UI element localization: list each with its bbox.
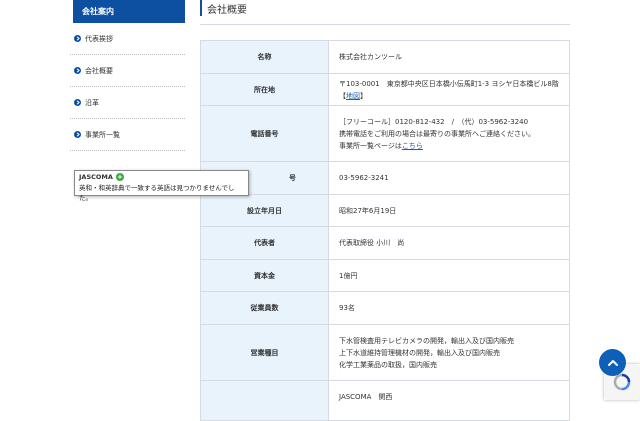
row-label: 営業種目 [200, 324, 329, 381]
offices-link[interactable]: こちら [402, 142, 423, 150]
address-text: 〒103-0001 東京都中央区日本橋小伝馬町1-3 ヨシヤ日本橋ビル8階 [339, 79, 559, 88]
company-info-table: 名称 株式会社カンツール 所在地 〒103-0001 東京都中央区日本橋小伝馬町… [200, 40, 570, 421]
sidebar-item-history[interactable]: 沿革 [70, 87, 185, 119]
table-row: 所在地 〒103-0001 東京都中央区日本橋小伝馬町1-3 ヨシヤ日本橋ビル8… [200, 73, 570, 106]
map-bracket-close: 】 [360, 91, 367, 100]
row-label: 従業員数 [200, 291, 329, 325]
offices-line-prefix: 事業所一覧ページは [339, 141, 402, 150]
table-row: 電話番号 ［フリーコール］0120-812-432 / （代）03-5962-3… [200, 105, 570, 162]
business-line: 上下水道維持管理機材の開発，輸出入及び国内販売 [339, 348, 500, 357]
row-label [200, 380, 329, 421]
table-row: 資本金 1億円 [200, 259, 570, 292]
chevron-up-icon [607, 359, 618, 366]
table-row: 従業員数 93名 [200, 291, 570, 325]
row-label: 資本金 [200, 259, 329, 292]
business-line: 下水管検査用テレビカメラの開発，輸出入及び国内販売 [339, 336, 514, 345]
tooltip-title: JASCOMA + [79, 173, 244, 181]
sidebar-heading-label: 会社案内 [82, 7, 114, 16]
phone-numbers: ［フリーコール］0120-812-432 / （代）03-5962-3240 [339, 117, 529, 126]
phone-note: 携帯電話をご利用の場合は最寄りの事業所へご連絡ください。 [339, 129, 535, 138]
tooltip-title-text: JASCOMA [79, 173, 113, 181]
table-row: 設立年月日 昭和27年6月19日 [200, 194, 570, 227]
sidebar: 会社案内 代表挨拶 会社概要 沿革 事業所一覧 [70, 0, 185, 151]
table-row: 営業種目 下水管検査用テレビカメラの開発，輸出入及び国内販売 上下水道維持管理機… [200, 324, 570, 381]
map-link[interactable]: 地図 [346, 92, 360, 100]
back-to-top-button[interactable] [599, 349, 626, 376]
offices-line: 事業所一覧ページはこちら [339, 140, 559, 152]
chevron-right-icon [74, 35, 81, 42]
row-value: 〒103-0001 東京都中央区日本橋小伝馬町1-3 ヨシヤ日本橋ビル8階【地図… [328, 73, 570, 106]
sidebar-item-label: 事業所一覧 [85, 130, 120, 139]
row-label: 代表者 [200, 226, 329, 260]
row-value: 代表取締役 小川 尚 [328, 226, 570, 260]
row-label: 名称 [200, 40, 329, 74]
sidebar-item-overview[interactable]: 会社概要 [70, 55, 185, 87]
row-label: 電話番号 [200, 105, 329, 162]
sidebar-item-label: 沿革 [85, 98, 99, 107]
row-value: 昭和27年6月19日 [328, 194, 570, 227]
row-value: 03-5962-3241 [328, 161, 570, 195]
table-row: 号 03-5962-3241 [200, 161, 570, 195]
dictionary-tooltip: JASCOMA + 英和・和英辞典で一致する英語は見つかりませんでした。 [74, 170, 249, 202]
sidebar-heading[interactable]: 会社案内 [70, 0, 185, 23]
row-value: JASCOMA 関西 [328, 380, 570, 421]
table-row: 名称 株式会社カンツール [200, 40, 570, 74]
row-value: 株式会社カンツール [328, 40, 570, 74]
row-label: 所在地 [200, 73, 329, 106]
row-value: 下水管検査用テレビカメラの開発，輸出入及び国内販売 上下水道維持管理機材の開発，… [328, 324, 570, 381]
sidebar-item-label: 会社概要 [85, 66, 113, 75]
page-title-text: 会社概要 [207, 5, 247, 16]
business-line: 化学工業薬品の取扱，国内販売 [339, 360, 437, 369]
plus-icon[interactable]: + [115, 173, 124, 181]
tooltip-body: 英和・和英辞典で一致する英語は見つかりませんでした。 [79, 184, 235, 202]
chevron-right-icon [74, 131, 81, 138]
row-value: ［フリーコール］0120-812-432 / （代）03-5962-3240 携… [328, 105, 570, 162]
page-title: 会社概要 [200, 0, 570, 25]
chevron-right-icon [74, 99, 81, 106]
table-row: JASCOMA 関西 [200, 380, 570, 421]
sidebar-item-greeting[interactable]: 代表挨拶 [70, 23, 185, 55]
sidebar-item-offices[interactable]: 事業所一覧 [70, 119, 185, 151]
row-value: 93名 [328, 291, 570, 325]
row-value: 1億円 [328, 259, 570, 292]
chevron-right-icon [74, 67, 81, 74]
sidebar-item-label: 代表挨拶 [85, 34, 113, 43]
map-bracket-open: 【 [339, 91, 346, 100]
table-row: 代表者 代表取締役 小川 尚 [200, 226, 570, 260]
